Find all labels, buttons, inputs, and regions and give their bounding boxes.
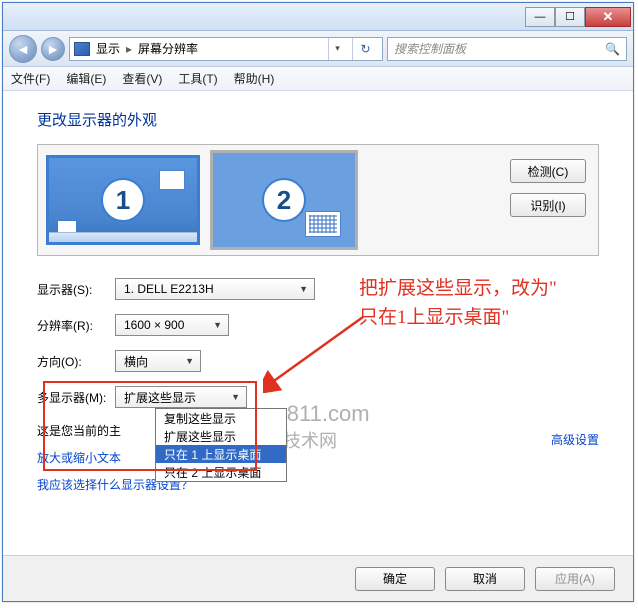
- footer: 确定 取消 应用(A): [3, 555, 633, 601]
- option-show-on-1[interactable]: 只在 1 上显示桌面: [156, 445, 286, 463]
- monitor-2-badge: 2: [262, 178, 306, 222]
- row-multi-display: 多显示器(M): 扩展这些显示 ▼ 复制这些显示 扩展这些显示 只在 1 上显示…: [37, 386, 599, 408]
- annotation-line2: 只在1上显示桌面": [359, 307, 509, 328]
- window-frame: — ☐ ✕ ◄ ► 显示 ▸ 屏幕分辨率 ▾ ↻ 搜索控制面板 🔍 文件(F) …: [2, 2, 634, 602]
- monitor-side-buttons: 检测(C) 识别(I): [510, 159, 586, 217]
- select-resolution-value: 1600 × 900: [124, 318, 184, 332]
- window-buttons: — ☐ ✕: [525, 7, 631, 27]
- maximize-button[interactable]: ☐: [555, 7, 585, 27]
- address-dropdown[interactable]: ▾: [328, 38, 346, 60]
- label-monitor: 显示器(S):: [37, 281, 107, 298]
- search-icon[interactable]: 🔍: [605, 42, 620, 56]
- select-monitor-value: 1. DELL E2213H: [124, 282, 214, 296]
- minimize-button[interactable]: —: [525, 7, 555, 27]
- select-monitor[interactable]: 1. DELL E2213H ▼: [115, 278, 315, 300]
- select-orientation[interactable]: 横向 ▼: [115, 350, 201, 372]
- identify-button[interactable]: 识别(I): [510, 193, 586, 217]
- annotation-text: 把扩展这些显示，改为" 只在1上显示桌面": [359, 275, 557, 332]
- resize-text-link[interactable]: 放大或缩小文本: [37, 449, 599, 466]
- label-resolution: 分辨率(R):: [37, 317, 107, 334]
- window-thumb-icon: [159, 170, 185, 190]
- chevron-down-icon: ▼: [293, 284, 308, 294]
- breadcrumb-separator: ▸: [126, 42, 132, 56]
- navbar: ◄ ► 显示 ▸ 屏幕分辨率 ▾ ↻ 搜索控制面板 🔍: [3, 31, 633, 67]
- multi-display-dropdown: 复制这些显示 扩展这些显示 只在 1 上显示桌面 只在 2 上显示桌面: [155, 408, 287, 482]
- advanced-settings-link[interactable]: 高级设置: [551, 431, 599, 448]
- help-link[interactable]: 我应该选择什么显示器设置？: [37, 476, 599, 493]
- option-duplicate[interactable]: 复制这些显示: [156, 409, 286, 427]
- titlebar: — ☐ ✕: [3, 3, 633, 31]
- search-input[interactable]: 搜索控制面板 🔍: [387, 37, 627, 61]
- menu-view[interactable]: 查看(V): [122, 70, 162, 87]
- option-extend[interactable]: 扩展这些显示: [156, 427, 286, 445]
- apply-button[interactable]: 应用(A): [535, 567, 615, 591]
- row-orientation: 方向(O): 横向 ▼: [37, 350, 599, 372]
- select-resolution[interactable]: 1600 × 900 ▼: [115, 314, 229, 336]
- monitor-preview[interactable]: 1 2 检测(C) 识别(I): [37, 144, 599, 256]
- grid-icon: [305, 211, 341, 237]
- taskbar-icon: [49, 232, 197, 242]
- refresh-button[interactable]: ↻: [352, 38, 378, 60]
- display-icon: [74, 42, 90, 56]
- page-title: 更改显示器的外观: [37, 109, 599, 130]
- main-display-note: 这是您当前的主: [37, 422, 599, 439]
- monitor-1-badge: 1: [101, 178, 145, 222]
- search-placeholder: 搜索控制面板: [394, 40, 466, 57]
- label-orientation: 方向(O):: [37, 353, 107, 370]
- ok-button[interactable]: 确定: [355, 567, 435, 591]
- chevron-down-icon: ▼: [225, 392, 240, 402]
- annotation-line1: 把扩展这些显示，改为": [359, 278, 557, 299]
- select-multi-display[interactable]: 扩展这些显示 ▼: [115, 386, 247, 408]
- menubar: 文件(F) 编辑(E) 查看(V) 工具(T) 帮助(H): [3, 67, 633, 91]
- breadcrumb-display[interactable]: 显示: [96, 40, 120, 57]
- chevron-down-icon: ▼: [179, 356, 194, 366]
- label-multi-display: 多显示器(M):: [37, 389, 107, 406]
- option-show-on-2[interactable]: 只在 2 上显示桌面: [156, 463, 286, 481]
- menu-edit[interactable]: 编辑(E): [66, 70, 106, 87]
- monitor-2[interactable]: 2: [210, 150, 358, 250]
- cancel-button[interactable]: 取消: [445, 567, 525, 591]
- chevron-down-icon: ▼: [207, 320, 222, 330]
- monitor-1[interactable]: 1: [46, 155, 200, 245]
- select-multi-value: 扩展这些显示: [124, 389, 196, 406]
- detect-button[interactable]: 检测(C): [510, 159, 586, 183]
- menu-help[interactable]: 帮助(H): [234, 70, 275, 87]
- select-orientation-value: 横向: [124, 353, 148, 370]
- forward-button[interactable]: ►: [41, 37, 65, 61]
- back-button[interactable]: ◄: [9, 35, 37, 63]
- menu-tools[interactable]: 工具(T): [178, 70, 217, 87]
- address-bar[interactable]: 显示 ▸ 屏幕分辨率 ▾ ↻: [69, 37, 383, 61]
- breadcrumb-resolution[interactable]: 屏幕分辨率: [138, 40, 198, 57]
- close-button[interactable]: ✕: [585, 7, 631, 27]
- menu-file[interactable]: 文件(F): [11, 70, 50, 87]
